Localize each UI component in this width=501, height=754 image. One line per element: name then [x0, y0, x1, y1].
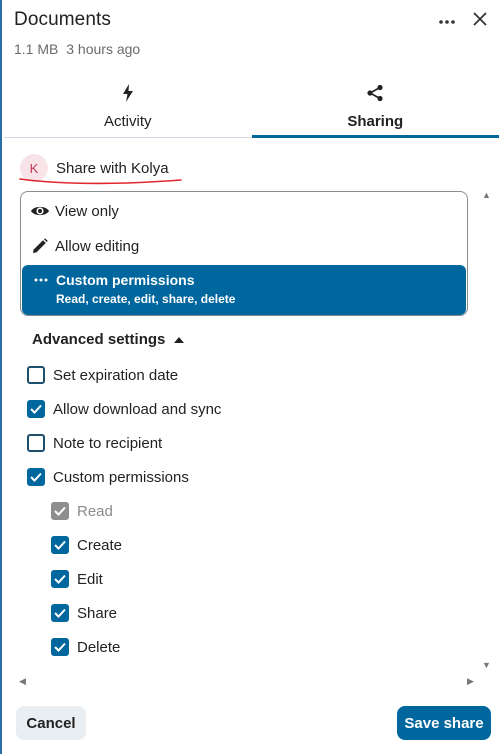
checkbox-box[interactable]: [51, 604, 69, 622]
checkbox-edit[interactable]: Edit: [51, 570, 103, 588]
file-size: 1.1 MB: [14, 41, 59, 57]
checkmark-icon: [54, 506, 66, 516]
cancel-button[interactable]: Cancel: [16, 706, 86, 740]
checkbox-box[interactable]: [51, 570, 69, 588]
checkbox-box[interactable]: [51, 638, 69, 656]
option-view-only[interactable]: View only: [21, 194, 467, 228]
dots-icon: [31, 278, 51, 282]
close-icon: [473, 11, 487, 31]
checkbox-label: Edit: [77, 570, 103, 588]
checkbox-create[interactable]: Create: [51, 536, 122, 554]
checkbox-set-expiration-date[interactable]: Set expiration date: [27, 366, 178, 384]
checkbox-label: Note to recipient: [53, 434, 163, 452]
checkmark-icon: [54, 642, 66, 652]
scroll-left-arrow[interactable]: ◀: [19, 676, 26, 687]
checkbox-label: Share: [77, 604, 118, 622]
sharing-sidebar: Documents 1.1 MB 3 hours ago Activity Sh…: [0, 0, 501, 754]
tab-activity[interactable]: Activity: [4, 78, 252, 137]
tab-sharing-label: Sharing: [347, 113, 404, 130]
lightning-icon: [122, 82, 134, 104]
file-modified: 3 hours ago: [66, 41, 141, 57]
checkbox-share[interactable]: Share: [51, 604, 117, 622]
checkmark-icon: [30, 404, 42, 414]
checkbox-custom-permissions[interactable]: Custom permissions: [27, 468, 189, 486]
tab-sharing[interactable]: Sharing: [251, 78, 500, 138]
eye-icon: [30, 204, 50, 218]
checkbox-box[interactable]: [27, 468, 45, 486]
checkmark-icon: [54, 540, 66, 550]
advanced-settings-label: Advanced settings: [32, 331, 166, 348]
annotation-underline: [19, 178, 182, 185]
checkbox-note-to-recipient[interactable]: Note to recipient: [27, 434, 162, 452]
option-custom-text: Custom permissions Read, create, edit, s…: [56, 272, 235, 306]
pencil-icon: [30, 238, 50, 254]
checkbox-label: Allow download and sync: [53, 400, 222, 418]
tab-activity-label: Activity: [103, 113, 152, 130]
checkbox-label: Read: [77, 502, 113, 520]
option-custom-permissions-summary: Read, create, edit, share, delete: [56, 292, 236, 306]
caret-up-icon: [174, 336, 185, 343]
option-custom-permissions-label: Custom permissions: [56, 272, 195, 288]
option-allow-editing[interactable]: Allow editing: [21, 229, 467, 263]
share-with-label: Share with Kolya: [56, 159, 169, 177]
file-meta: 1.1 MB 3 hours ago: [14, 41, 140, 57]
save-share-button[interactable]: Save share: [397, 706, 491, 740]
share-icon: [366, 82, 384, 104]
checkbox-box[interactable]: [27, 366, 45, 384]
more-horizontal-icon: [439, 12, 455, 30]
checkbox-label: Create: [77, 536, 123, 554]
permission-picker: View only Allow editing Custom permissio…: [20, 191, 468, 316]
scroll-right-arrow[interactable]: ▶: [467, 676, 474, 687]
checkbox-box: [51, 502, 69, 520]
checkbox-delete[interactable]: Delete: [51, 638, 120, 656]
checkbox-box[interactable]: [51, 536, 69, 554]
close-button[interactable]: [465, 6, 495, 36]
checkbox-read: Read: [51, 502, 113, 520]
checkbox-label: Delete: [77, 638, 121, 656]
checkbox-label: Set expiration date: [53, 366, 179, 384]
option-custom-permissions[interactable]: Custom permissions Read, create, edit, s…: [22, 265, 466, 315]
option-view-only-label: View only: [55, 202, 119, 220]
checkmark-icon: [30, 472, 42, 482]
checkbox-allow-download-sync[interactable]: Allow download and sync: [27, 400, 221, 418]
advanced-settings-toggle[interactable]: Advanced settings: [32, 331, 185, 348]
scroll-up-arrow[interactable]: ▲: [482, 190, 492, 200]
file-title: Documents: [14, 9, 111, 30]
option-allow-editing-label: Allow editing: [55, 237, 140, 255]
tab-bar: Activity Sharing: [4, 78, 499, 138]
checkmark-icon: [54, 574, 66, 584]
checkbox-box[interactable]: [27, 400, 45, 418]
checkmark-icon: [54, 608, 66, 618]
checkbox-box[interactable]: [27, 434, 45, 452]
more-actions-button[interactable]: [432, 6, 462, 36]
checkbox-label: Custom permissions: [53, 468, 189, 486]
scroll-down-arrow[interactable]: ▼: [482, 660, 492, 670]
